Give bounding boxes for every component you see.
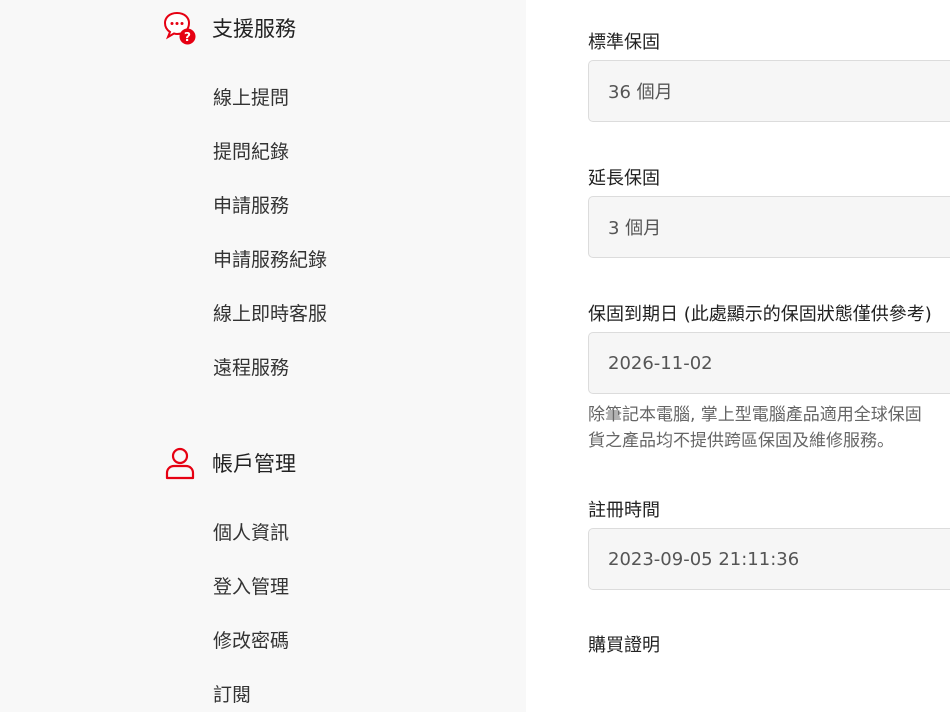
- support-section-header: ? 支援服務: [160, 8, 296, 48]
- warranty-expiry-field: 2026-11-02: [588, 332, 950, 394]
- standard-warranty-label: 標準保固: [588, 32, 660, 53]
- extended-warranty-field: 3 個月: [588, 196, 950, 258]
- standard-warranty-field: 36 個月: [588, 60, 950, 122]
- account-section-title: 帳戶管理: [212, 452, 296, 476]
- standard-warranty-value: 36 個月: [608, 82, 673, 103]
- nav-item-personal-info[interactable]: 個人資訊: [213, 518, 289, 545]
- account-section-header: 帳戶管理: [160, 443, 296, 483]
- warranty-note-line-2: 貨之產品均不提供跨區保固及維修服務。: [588, 431, 894, 451]
- registration-time-value: 2023-09-05 21:11:36: [608, 548, 800, 570]
- nav-item-live-chat[interactable]: 線上即時客服: [213, 299, 327, 326]
- proof-of-purchase-label: 購買證明: [588, 635, 660, 656]
- nav-item-apply-service[interactable]: 申請服務: [213, 191, 289, 218]
- chat-question-icon: ?: [160, 8, 200, 48]
- nav-item-change-password[interactable]: 修改密碼: [213, 626, 289, 653]
- extended-warranty-value: 3 個月: [608, 218, 662, 239]
- nav-item-service-history[interactable]: 申請服務紀錄: [213, 245, 327, 272]
- nav-item-subscription[interactable]: 訂閱: [213, 680, 251, 707]
- user-icon: [160, 443, 200, 483]
- warranty-expiry-value: 2026-11-02: [608, 352, 713, 374]
- sidebar: ? 支援服務 線上提問 提問紀錄 申請服務 申請服務紀錄 線上即時客服 遠程服務…: [0, 0, 526, 712]
- nav-item-remote-service[interactable]: 遠程服務: [213, 353, 289, 380]
- nav-item-login-management[interactable]: 登入管理: [213, 572, 289, 599]
- extended-warranty-label: 延長保固: [588, 168, 660, 189]
- warranty-expiry-label: 保固到期日 (此處顯示的保固狀態僅供參考): [588, 304, 932, 325]
- svg-text:?: ?: [184, 30, 191, 44]
- warranty-note-line-1: 除筆記本電腦, 掌上型電腦產品適用全球保固: [588, 405, 922, 425]
- registration-time-field: 2023-09-05 21:11:36: [588, 528, 950, 590]
- nav-item-online-question[interactable]: 線上提問: [213, 83, 289, 110]
- warranty-panel: 標準保固 36 個月 延長保固 3 個月 保固到期日 (此處顯示的保固狀態僅供參…: [526, 0, 950, 712]
- registration-time-label: 註冊時間: [588, 500, 660, 521]
- support-section-title: 支援服務: [212, 17, 296, 41]
- nav-item-question-history[interactable]: 提問紀錄: [213, 137, 289, 164]
